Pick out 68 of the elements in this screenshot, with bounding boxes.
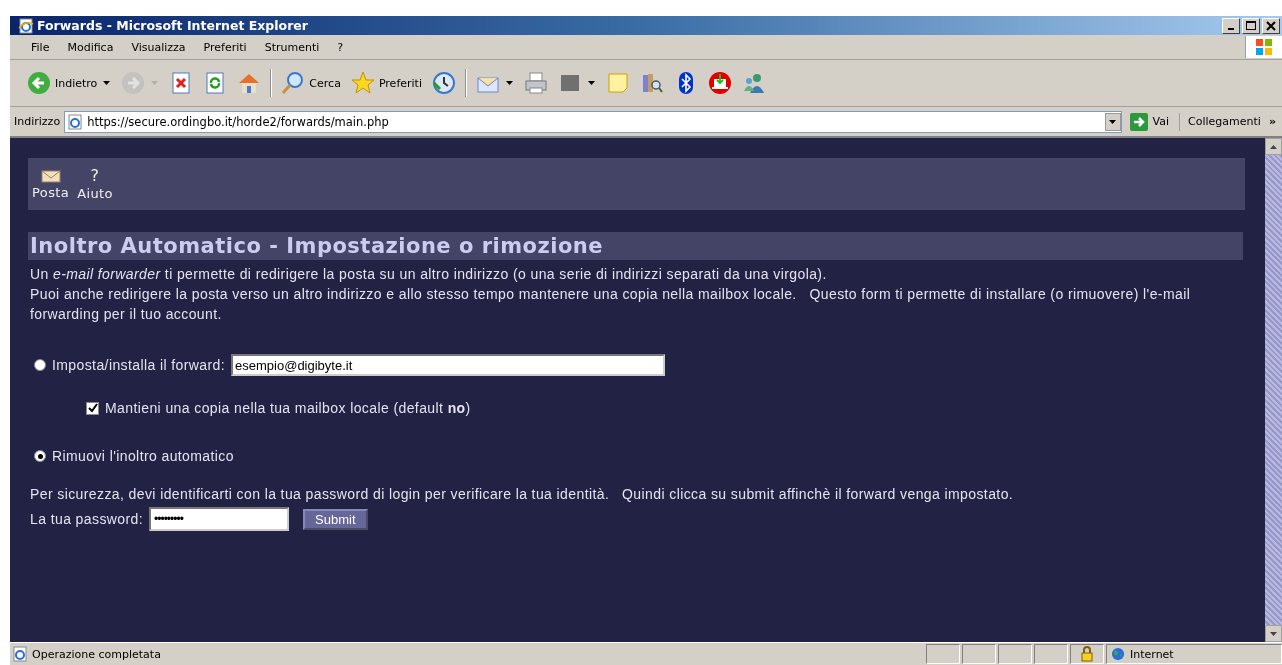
caret-icon — [505, 80, 514, 86]
toolbar-button[interactable]: Cerca — [276, 68, 346, 98]
menu-item[interactable]: ? — [328, 40, 353, 54]
caret-icon — [587, 80, 596, 86]
links-button[interactable]: Collegamenti — [1184, 115, 1265, 128]
address-field[interactable]: https://secure.ordingbo.it/horde2/forwards/main.php — [64, 110, 1122, 133]
star-icon — [350, 71, 375, 95]
menu-item[interactable]: Preferiti — [194, 40, 256, 54]
status-panel — [926, 644, 960, 664]
window-title: Forwards - Microsoft Internet Explorer — [37, 18, 309, 33]
search-icon — [281, 71, 306, 95]
people-icon — [741, 71, 766, 95]
browser-logo-icon — [18, 17, 34, 34]
zone-text: Internet — [1130, 647, 1174, 661]
download-icon — [707, 71, 732, 95]
radio-button[interactable] — [34, 359, 46, 371]
keep-copy-label: Mantieni una copia nella tua mailbox locale (default no) — [105, 400, 471, 416]
maximize-button[interactable] — [1242, 17, 1260, 34]
note-icon — [605, 71, 630, 95]
scroll-down-button[interactable] — [1265, 625, 1282, 642]
up-arrow-icon — [1269, 143, 1278, 150]
status-text: Operazione completata — [32, 647, 161, 661]
dropdown-button[interactable] — [1104, 112, 1121, 131]
submit-button[interactable]: Submit — [303, 508, 368, 530]
menu-item[interactable]: Strumenti — [255, 40, 329, 54]
status-panel — [998, 644, 1032, 664]
forward-address-field[interactable]: esempio@digibyte.it — [231, 354, 666, 376]
maximize-icon — [1244, 19, 1258, 32]
page-heading: Inoltro Automatico - Impostazione o rimozione — [28, 232, 1243, 260]
minimize-icon — [1228, 27, 1234, 30]
nav-label: Posta — [32, 184, 70, 200]
history-icon — [431, 71, 456, 95]
close-button[interactable] — [1262, 17, 1280, 34]
security-note: Per sicurezza, devi identificarti con la tua password di login per verificare la tua identità. Quindi clicca su submit affinchè il forward venga impostato. — [30, 486, 1015, 502]
close-icon — [1264, 19, 1278, 32]
status-panel — [1034, 644, 1068, 664]
help-icon: ? — [90, 167, 100, 184]
menu-item[interactable]: File — [22, 40, 59, 54]
radio-button[interactable] — [34, 450, 46, 462]
address-label: Indirizzo — [14, 115, 61, 128]
more-button[interactable]: » — [1268, 115, 1278, 128]
scrollbar[interactable] — [1265, 138, 1282, 642]
envelope-icon — [40, 168, 61, 183]
toolbar-button[interactable]: Preferiti — [345, 68, 427, 98]
minimize-button[interactable] — [1222, 17, 1240, 34]
password-field[interactable]: ••••••••• — [149, 507, 290, 531]
remove-forward-label: Rimuovi l'inoltro automatico — [52, 448, 234, 464]
print-icon — [523, 71, 548, 95]
back-icon — [27, 71, 51, 95]
password-label: La tua password: — [30, 511, 144, 527]
lock-icon — [1080, 646, 1094, 662]
intro-text: Un e-mail forwarder ti permette di redirigere la posta su un altro indirizzo (o una serie di indirizzi separati da una virgola). Puoi anche redirigere la posta verso un altro indirizzo e allo stesso tempo mantenere una copia nella mailbox locale. Questo form ti permette di installare (o rimuovere) l'e-mail forwarding per il tuo account. — [30, 265, 1192, 324]
toolbar-button[interactable]: Indietro — [22, 68, 117, 98]
caret-icon — [103, 80, 112, 86]
menu-item[interactable]: Visualizza — [122, 40, 195, 54]
down-arrow-icon — [1269, 630, 1278, 637]
scroll-up-button[interactable] — [1265, 138, 1282, 155]
menu-item[interactable]: Modifica — [58, 40, 123, 54]
status-panel — [962, 644, 996, 664]
checkbox[interactable] — [86, 401, 99, 415]
forward-icon — [121, 71, 146, 95]
globe-icon — [1111, 647, 1125, 661]
go-button[interactable]: Vai — [1125, 112, 1181, 131]
caret-icon — [1108, 118, 1117, 125]
nav-label: Aiuto — [77, 185, 113, 201]
caret-icon — [151, 80, 160, 86]
forward-label: Imposta/installa il forward: — [52, 357, 226, 373]
page-icon — [67, 113, 84, 130]
